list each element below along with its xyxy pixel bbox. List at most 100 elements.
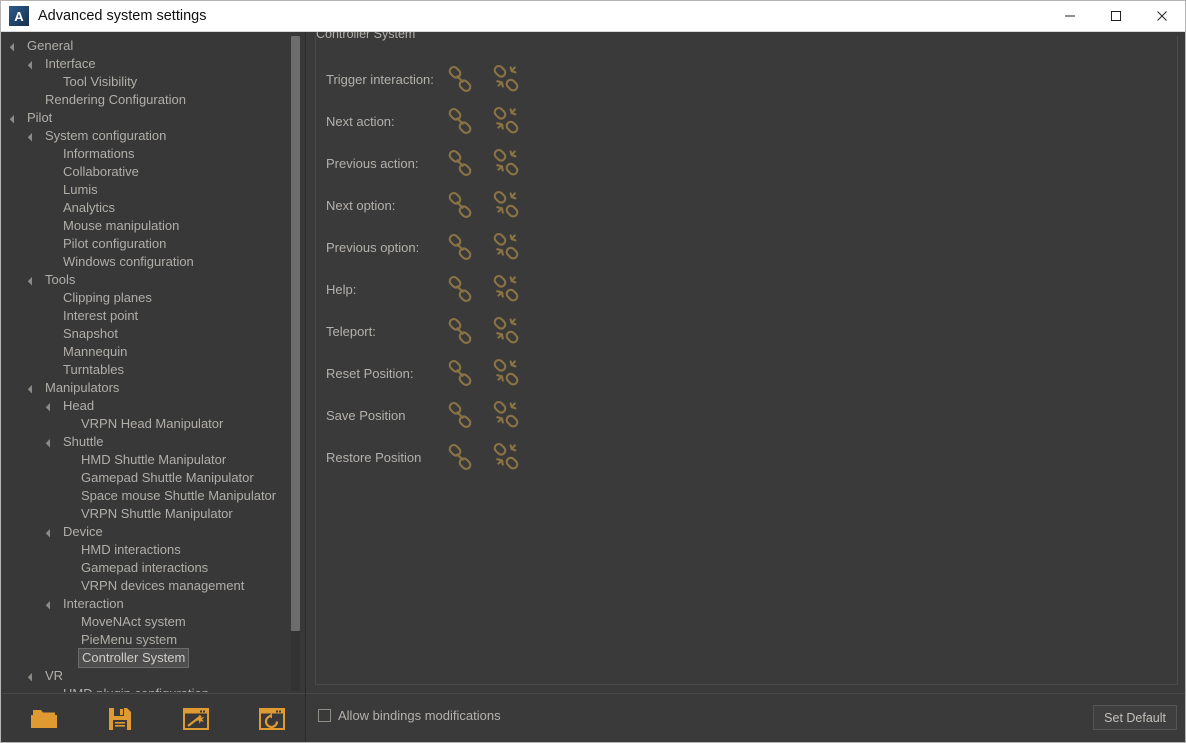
tree-item-vrpn-shuttle-manipulator[interactable]: VRPN Shuttle Manipulator [2,505,288,523]
bind-unlink-button[interactable] [489,188,527,222]
group-title: Controller System [316,32,420,41]
tree-item-movenact-system[interactable]: MoveNAct system [2,613,288,631]
expand-triangle-icon[interactable] [32,132,41,141]
tree-item-controller-system[interactable]: Controller System [2,648,288,668]
tree-item-snapshot[interactable]: Snapshot [2,325,288,343]
tree-item-system-configuration[interactable]: System configuration [2,127,288,145]
expand-triangle-icon[interactable] [14,42,23,51]
tree-item-pilot-configuration[interactable]: Pilot configuration [2,235,288,253]
tree-item-label: HMD Shuttle Manipulator [81,452,227,467]
tree-item-gamepad-interactions[interactable]: Gamepad interactions [2,559,288,577]
binding-icon-group [441,440,527,474]
tree-item-mannequin[interactable]: Mannequin [2,343,288,361]
tree-item-hmd-interactions[interactable]: HMD interactions [2,541,288,559]
save-button[interactable] [94,697,146,741]
expand-triangle-icon[interactable] [32,276,41,285]
tree-item-mouse-manipulation[interactable]: Mouse manipulation [2,217,288,235]
tree-item-label: Lumis [63,182,98,197]
tree-item-vrpn-devices-management[interactable]: VRPN devices management [2,577,288,595]
tree-item-clipping-planes[interactable]: Clipping planes [2,289,288,307]
expand-triangle-icon[interactable] [32,672,41,681]
tree-item-analytics[interactable]: Analytics [2,199,288,217]
open-folder-button[interactable] [18,697,70,741]
settings-tree[interactable]: General Interface Tool Visibility Rendering… [2,32,288,692]
bind-unlink-button[interactable] [489,440,527,474]
expand-triangle-icon[interactable] [50,402,59,411]
tree-item-device[interactable]: Device [2,523,288,541]
tree-item-gamepad-shuttle-manipulator[interactable]: Gamepad Shuttle Manipulator [2,469,288,487]
close-button[interactable] [1139,1,1185,31]
tree-item-informations[interactable]: Informations [2,145,288,163]
bind-unlink-button[interactable] [489,146,527,180]
tree-item-piemenu-system[interactable]: PieMenu system [2,631,288,649]
bind-unlink-button[interactable] [489,230,527,264]
tree-item-interface[interactable]: Interface [2,55,288,73]
bind-link-button[interactable] [441,188,479,222]
reload-button[interactable] [246,697,298,741]
tree-scrollbar[interactable] [291,36,300,691]
allow-bindings-checkbox-row[interactable]: Allow bindings modifications [318,708,501,723]
expand-triangle-icon[interactable] [50,600,59,609]
bind-link-button[interactable] [441,356,479,390]
tree-item-tools[interactable]: Tools [2,271,288,289]
bind-unlink-button[interactable] [489,314,527,348]
tree-item-interest-point[interactable]: Interest point [2,307,288,325]
bind-unlink-button[interactable] [489,104,527,138]
tree-item-hmd-shuttle-manipulator[interactable]: HMD Shuttle Manipulator [2,451,288,469]
bind-unlink-button[interactable] [489,398,527,432]
bind-link-button[interactable] [441,146,479,180]
tree-item-label: Device [63,524,103,539]
binding-label: Teleport: [326,323,376,339]
tree-item-space-mouse-shuttle-manipulator[interactable]: Space mouse Shuttle Manipulator [2,487,288,505]
bind-link-button[interactable] [441,62,479,96]
tree-item-hmd-plugin-configuration[interactable]: HMD plugin configuration [2,685,288,692]
expand-triangle-icon[interactable] [32,60,41,69]
allow-bindings-checkbox[interactable] [318,709,331,722]
title-bar: A Advanced system settings [1,1,1185,32]
advanced-system-settings-window: A Advanced system settings General Inter… [0,0,1186,743]
tree-item-interaction[interactable]: Interaction [2,595,288,613]
bind-unlink-button[interactable] [489,272,527,306]
minimize-button[interactable] [1047,1,1093,31]
expand-triangle-icon[interactable] [14,114,23,123]
tree-item-shuttle[interactable]: Shuttle [2,433,288,451]
controller-system-group: Controller System Trigger interaction: Ne… [315,32,1178,685]
bind-link-button[interactable] [441,230,479,264]
set-default-button[interactable]: Set Default [1093,705,1177,730]
tree-item-rendering-configuration[interactable]: Rendering Configuration [2,91,288,109]
tree-item-general[interactable]: General [2,37,288,55]
tree-item-label: MoveNAct system [81,614,186,629]
tree-item-turntables[interactable]: Turntables [2,361,288,379]
expand-triangle-icon[interactable] [32,384,41,393]
bind-link-button[interactable] [441,440,479,474]
bind-unlink-button[interactable] [489,356,527,390]
tree-item-label: Rendering Configuration [45,92,186,107]
bind-link-button[interactable] [441,272,479,306]
tree-item-pilot[interactable]: Pilot [2,109,288,127]
tree-scrollbar-thumb[interactable] [291,36,300,631]
tree-item-tool-visibility[interactable]: Tool Visibility [2,73,288,91]
binding-row: Help: [317,268,1176,310]
bind-link-button[interactable] [441,104,479,138]
window-body: General Interface Tool Visibility Rendering… [2,32,1185,742]
bind-link-button[interactable] [441,314,479,348]
expand-triangle-icon[interactable] [50,438,59,447]
settings-toolbar [2,693,305,742]
tree-item-windows-configuration[interactable]: Windows configuration [2,253,288,271]
tree-item-vrpn-head-manipulator[interactable]: VRPN Head Manipulator [2,415,288,433]
maximize-button[interactable] [1093,1,1139,31]
bind-link-button[interactable] [441,398,479,432]
link-icon [448,443,472,471]
tree-item-lumis[interactable]: Lumis [2,181,288,199]
tree-item-head[interactable]: Head [2,397,288,415]
expand-triangle-icon[interactable] [50,528,59,537]
tree-item-label: HMD interactions [81,542,181,557]
bind-unlink-button[interactable] [489,62,527,96]
tree-item-collaborative[interactable]: Collaborative [2,163,288,181]
tree-item-vr[interactable]: VR [2,667,288,685]
apply-button[interactable] [170,697,222,741]
tree-item-manipulators[interactable]: Manipulators [2,379,288,397]
